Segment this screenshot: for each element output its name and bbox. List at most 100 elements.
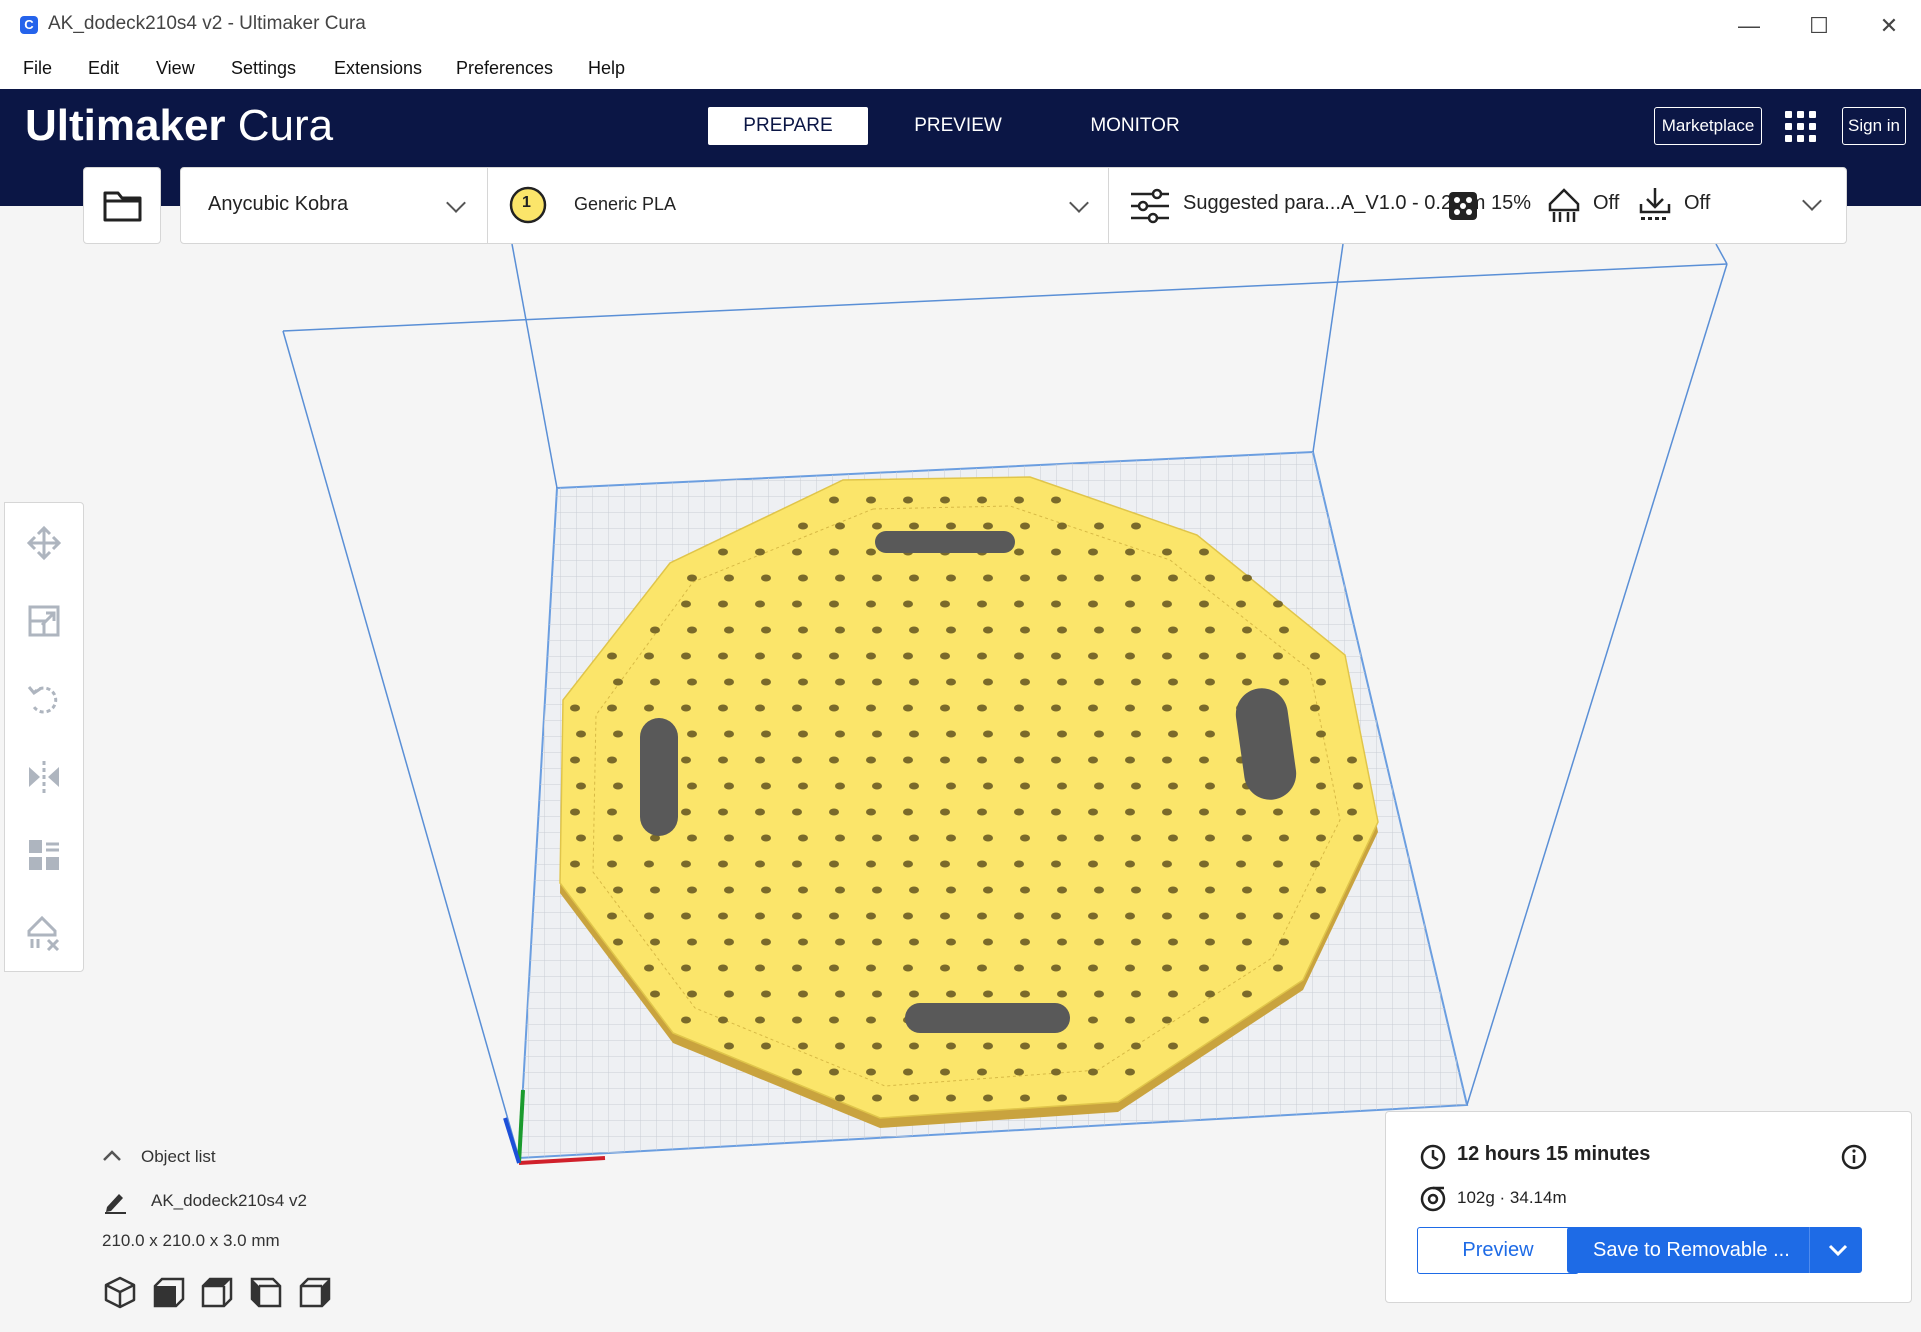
- model-hole: [909, 938, 919, 946]
- profile-name: Suggested para...A_V1.0 - 0.2mm: [1183, 192, 1486, 214]
- apps-grid-icon[interactable]: [1785, 111, 1817, 143]
- tab-monitor[interactable]: MONITOR: [1055, 107, 1215, 145]
- model-hole: [1020, 1094, 1030, 1102]
- model-hole: [798, 574, 808, 582]
- info-icon[interactable]: [1840, 1143, 1868, 1171]
- model-hole: [1094, 626, 1104, 634]
- model-hole: [1199, 912, 1209, 920]
- model-hole: [835, 626, 845, 634]
- left-view-icon[interactable]: [249, 1275, 283, 1309]
- model-hole: [687, 574, 697, 582]
- object-name[interactable]: AK_dodeck210s4 v2: [151, 1191, 307, 1211]
- object-list-title[interactable]: Object list: [141, 1147, 216, 1167]
- model-hole: [1279, 886, 1289, 894]
- maximize-button[interactable]: ☐: [1792, 8, 1846, 44]
- minimize-button[interactable]: —: [1722, 8, 1776, 44]
- model-hole: [1014, 756, 1024, 764]
- model-hole: [1205, 886, 1215, 894]
- chevron-down-icon[interactable]: [1827, 1241, 1849, 1259]
- model-hole: [798, 522, 808, 530]
- menu-help[interactable]: Help: [588, 58, 625, 79]
- model-hole: [1242, 938, 1252, 946]
- model-hole: [607, 912, 617, 920]
- model-hole: [1051, 496, 1061, 504]
- model-hole: [1347, 756, 1357, 764]
- model-hole: [1199, 1016, 1209, 1024]
- top-view-icon[interactable]: [200, 1275, 234, 1309]
- model-hole: [946, 938, 956, 946]
- model-hole: [1125, 1068, 1135, 1076]
- pencil-icon[interactable]: [102, 1188, 128, 1214]
- save-to-removable-button[interactable]: Save to Removable ...: [1567, 1227, 1862, 1273]
- marketplace-button[interactable]: Marketplace: [1654, 107, 1762, 145]
- model-hole: [1310, 808, 1320, 816]
- model-hole: [1168, 834, 1178, 842]
- per-model-settings-icon[interactable]: [26, 837, 62, 873]
- model-hole: [718, 548, 728, 556]
- model-hole: [650, 990, 660, 998]
- menu-view[interactable]: View: [156, 58, 195, 79]
- model-hole: [866, 704, 876, 712]
- model-hole: [718, 756, 728, 764]
- model-hole: [1020, 730, 1030, 738]
- model-hole: [1088, 756, 1098, 764]
- model-hole: [1125, 652, 1135, 660]
- model-hole: [1353, 834, 1363, 842]
- print-settings-selector[interactable]: Suggested para...A_V1.0 - 0.2mm 15% Off …: [1109, 168, 1845, 243]
- close-button[interactable]: ✕: [1862, 8, 1916, 44]
- scale-icon[interactable]: [26, 603, 62, 639]
- front-view-icon[interactable]: [152, 1275, 186, 1309]
- menu-settings[interactable]: Settings: [231, 58, 296, 79]
- model-hole: [644, 860, 654, 868]
- move-icon[interactable]: [26, 525, 62, 561]
- model-hole: [798, 626, 808, 634]
- open-file-button[interactable]: [83, 167, 161, 244]
- model-hole: [570, 860, 580, 868]
- model-hole: [909, 1042, 919, 1050]
- preview-button[interactable]: Preview: [1417, 1227, 1579, 1274]
- model-hole: [872, 782, 882, 790]
- model-hole: [866, 496, 876, 504]
- model-hole: [681, 704, 691, 712]
- object-dimensions: 210.0 x 210.0 x 3.0 mm: [102, 1231, 280, 1250]
- tab-prepare[interactable]: PREPARE: [708, 107, 868, 145]
- model-hole: [835, 1042, 845, 1050]
- printer-selector[interactable]: Anycubic Kobra: [181, 168, 488, 243]
- model-hole: [903, 704, 913, 712]
- menu-extensions[interactable]: Extensions: [334, 58, 422, 79]
- model-hole: [903, 652, 913, 660]
- model-hole: [755, 652, 765, 660]
- infill-icon: [1449, 192, 1477, 220]
- sign-in-button[interactable]: Sign in: [1842, 107, 1906, 145]
- chevron-up-icon[interactable]: [100, 1148, 124, 1164]
- rotate-icon[interactable]: [26, 681, 62, 717]
- support-blocker-icon[interactable]: [26, 915, 62, 951]
- model-hole: [1131, 730, 1141, 738]
- model-hole: [1131, 938, 1141, 946]
- model-hole: [1057, 1094, 1067, 1102]
- model-hole: [755, 912, 765, 920]
- model-hole: [1162, 756, 1172, 764]
- 3d-view-icon[interactable]: [103, 1275, 137, 1309]
- menu-preferences[interactable]: Preferences: [456, 58, 553, 79]
- model-hole: [1273, 808, 1283, 816]
- model-hole: [977, 912, 987, 920]
- model-hole: [1094, 938, 1104, 946]
- model-hole: [866, 808, 876, 816]
- model-hole: [940, 600, 950, 608]
- menu-file[interactable]: File: [23, 58, 52, 79]
- model-hole: [977, 652, 987, 660]
- material-selector[interactable]: 1 Generic PLA: [488, 168, 1109, 243]
- mirror-icon[interactable]: [26, 759, 62, 795]
- model-hole: [903, 496, 913, 504]
- model-hole: [1131, 886, 1141, 894]
- model-hole: [681, 652, 691, 660]
- model-hole: [792, 600, 802, 608]
- model-hole: [866, 756, 876, 764]
- tab-preview[interactable]: PREVIEW: [878, 107, 1038, 145]
- model-hole: [1236, 652, 1246, 660]
- right-view-icon[interactable]: [298, 1275, 332, 1309]
- menu-edit[interactable]: Edit: [88, 58, 119, 79]
- model-hole: [1020, 626, 1030, 634]
- model-hole: [829, 600, 839, 608]
